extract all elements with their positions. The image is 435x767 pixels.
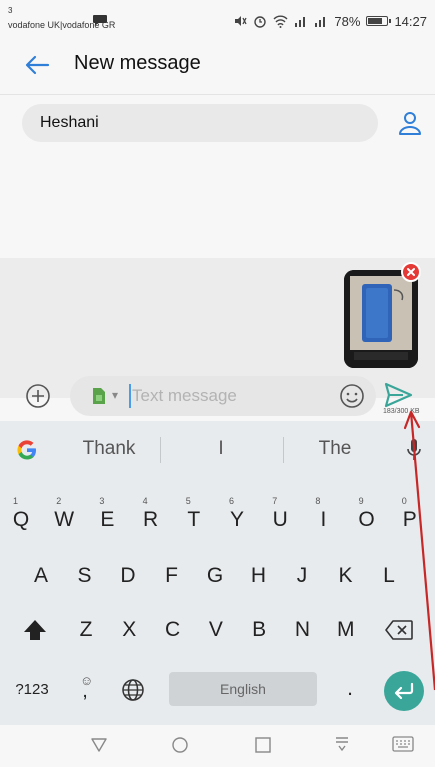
key-hint: 2 [56, 496, 62, 506]
image-attachment[interactable] [344, 270, 418, 368]
alarm-icon [254, 16, 267, 28]
smiley-icon[interactable] [338, 382, 366, 410]
signal-icon [295, 17, 306, 27]
status-bar: 3 vodafone UK|vodafone GR 78% 14:27 [0, 0, 435, 40]
key-d[interactable]: D [112, 558, 144, 594]
key-v[interactable]: V [200, 612, 232, 648]
battery-icon [366, 16, 392, 26]
key-h[interactable]: H [243, 558, 275, 594]
key-x[interactable]: X [113, 612, 145, 648]
key-hint: 3 [99, 496, 105, 506]
key-k[interactable]: K [330, 558, 362, 594]
recents-square-icon[interactable] [254, 736, 272, 754]
enter-key[interactable] [384, 671, 424, 711]
key-j[interactable]: J [286, 558, 318, 594]
send-icon[interactable] [382, 380, 414, 410]
key-p[interactable]: P [394, 502, 426, 538]
key-hint: 5 [185, 496, 191, 506]
suggestion-divider [160, 437, 161, 463]
app-header: New message [0, 40, 435, 92]
key-a[interactable]: A [25, 558, 57, 594]
attachment-thumbnail [344, 270, 418, 368]
key-m[interactable]: M [330, 612, 362, 648]
back-arrow-icon[interactable] [22, 50, 52, 80]
header-divider [0, 94, 435, 95]
plus-circle-icon[interactable] [25, 383, 51, 409]
key-hint: 8 [315, 496, 321, 506]
symbols-key[interactable]: ?123 [10, 672, 54, 708]
key-w[interactable]: W [48, 502, 80, 538]
key-r[interactable]: R [135, 502, 167, 538]
sim-card-icon[interactable] [90, 387, 108, 405]
home-circle-icon[interactable] [171, 736, 189, 754]
space-bar[interactable]: English [169, 672, 317, 706]
key-hint: 0 [401, 496, 407, 506]
chat-bubble-icon [93, 15, 107, 26]
key-u[interactable]: U [264, 502, 296, 538]
key-n[interactable]: N [287, 612, 319, 648]
key-y[interactable]: Y [221, 502, 253, 538]
wifi-icon [273, 15, 288, 28]
key-i[interactable]: I [307, 502, 339, 538]
key-o[interactable]: O [351, 502, 383, 538]
key-c[interactable]: C [157, 612, 189, 648]
recipient-field[interactable]: Heshani [22, 104, 378, 142]
recipient-name: Heshani [40, 114, 99, 131]
key-s[interactable]: S [69, 558, 101, 594]
key-t[interactable]: T [178, 502, 210, 538]
key-z[interactable]: Z [70, 612, 102, 648]
key-hint: 7 [272, 496, 278, 506]
key-q[interactable]: Q [5, 502, 37, 538]
globe-icon[interactable] [121, 678, 145, 702]
key-b[interactable]: B [243, 612, 275, 648]
suggestion-2[interactable]: I [196, 438, 246, 460]
message-input-container: ▾ [70, 376, 376, 416]
key-l[interactable]: L [373, 558, 405, 594]
person-icon[interactable] [395, 108, 425, 138]
remove-attachment-button[interactable] [401, 262, 421, 282]
status-icons: 78% 14:27 [233, 13, 427, 29]
keyboard-toggle-icon[interactable] [392, 736, 414, 752]
suggestion-divider [283, 437, 284, 463]
close-icon [407, 268, 415, 276]
mms-size-indicator: 183/300 KB [383, 408, 420, 415]
key-hint: 4 [142, 496, 148, 506]
enter-icon [394, 682, 414, 700]
navigation-bar [0, 725, 435, 767]
mic-icon[interactable] [404, 436, 424, 464]
battery-percent: 78% [334, 13, 361, 29]
text-cursor [129, 384, 131, 408]
shift-icon[interactable] [22, 618, 48, 642]
suggestion-bar: Thank I The [0, 421, 435, 479]
clock: 14:27 [394, 13, 427, 29]
suggestion-3[interactable]: The [305, 438, 365, 460]
message-input[interactable] [132, 381, 332, 411]
period-key[interactable]: . [337, 671, 363, 707]
mute-icon [235, 16, 248, 26]
notification-pulldown-icon[interactable] [333, 735, 351, 753]
signal-icon-2 [315, 17, 326, 27]
key-hint: 1 [13, 496, 19, 506]
sim-slot-label: 3 [8, 6, 13, 15]
backspace-icon[interactable] [384, 619, 414, 641]
key-hint: 6 [229, 496, 235, 506]
google-icon[interactable] [14, 437, 40, 463]
key-e[interactable]: E [91, 502, 123, 538]
back-triangle-icon[interactable] [90, 737, 108, 753]
comma-key[interactable]: , [70, 673, 100, 709]
keyboard: Thank I The ?123 ☺ , English . Q1W2E3R4T… [0, 421, 435, 725]
chevron-down-icon[interactable]: ▾ [112, 388, 118, 402]
page-title: New message [74, 52, 201, 74]
suggestion-1[interactable]: Thank [74, 438, 144, 460]
key-hint: 9 [358, 496, 364, 506]
key-f[interactable]: F [156, 558, 188, 594]
key-g[interactable]: G [199, 558, 231, 594]
